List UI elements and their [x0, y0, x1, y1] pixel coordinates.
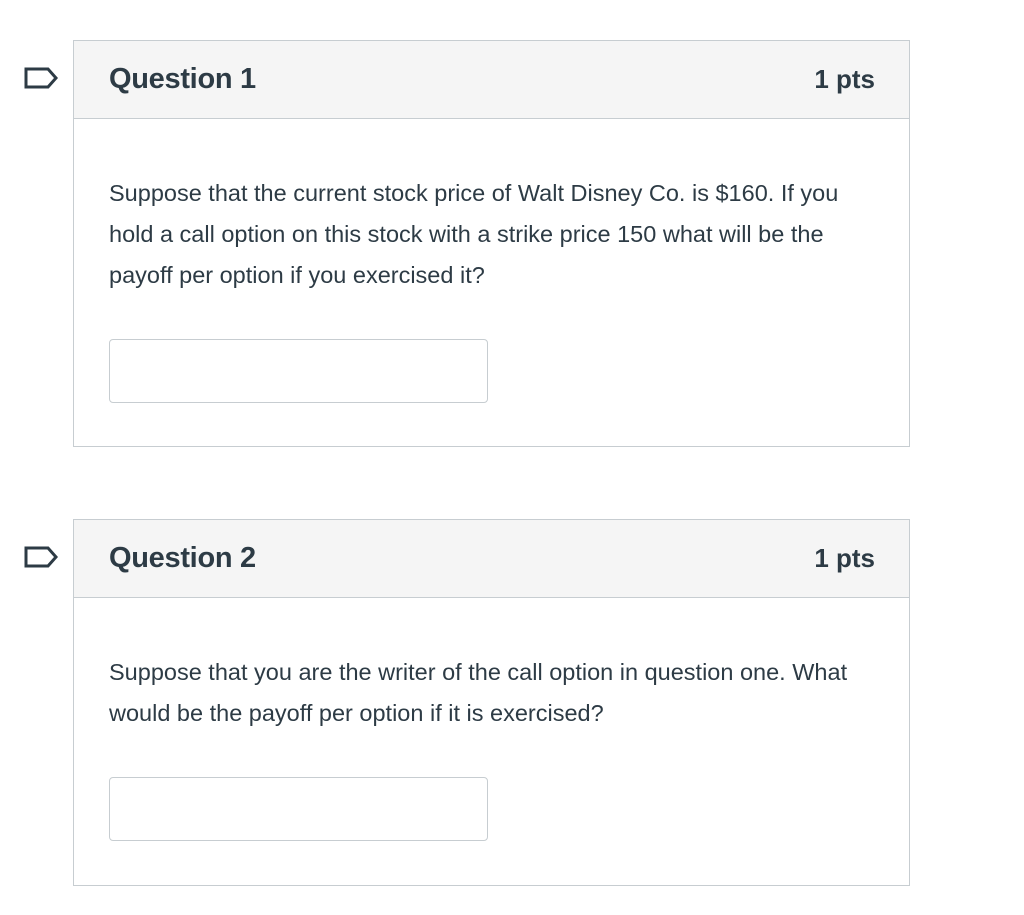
question-points: 1 pts: [814, 543, 875, 573]
question-body: Suppose that the current stock price of …: [74, 119, 909, 403]
question-text: Suppose that you are the writer of the c…: [109, 659, 848, 726]
question-header: Question 2 1 pts: [74, 520, 909, 598]
question-title: Question 2: [109, 542, 256, 574]
question-points: 1 pts: [814, 64, 875, 94]
question-header: Question 1 1 pts: [74, 41, 909, 119]
question-card-2: Question 2 1 pts Suppose that you are th…: [24, 519, 910, 886]
answer-input[interactable]: [109, 777, 488, 841]
flag-question-icon[interactable]: [24, 546, 58, 568]
answer-input[interactable]: [109, 339, 488, 403]
question-text: Suppose that the current stock price of …: [109, 180, 839, 288]
question-title: Question 1: [109, 63, 256, 95]
flag-question-icon[interactable]: [24, 67, 58, 89]
question-card-1: Question 1 1 pts Suppose that the curren…: [24, 40, 910, 447]
question-body: Suppose that you are the writer of the c…: [74, 598, 909, 841]
